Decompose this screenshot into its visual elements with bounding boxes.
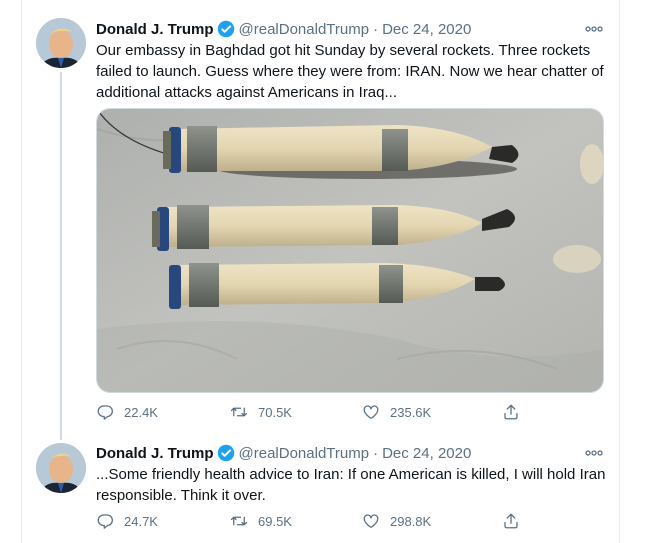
like-count: 298.8K <box>390 513 432 529</box>
like-button[interactable]: 298.8K <box>362 512 431 530</box>
tweet-image[interactable] <box>96 108 604 393</box>
avatar[interactable] <box>36 18 86 68</box>
retweet-button[interactable]: 69.5K <box>230 512 292 530</box>
avatar[interactable] <box>36 443 86 493</box>
like-button[interactable]: 235.6K <box>362 403 431 421</box>
like-count: 235.6K <box>390 404 432 420</box>
reply-icon <box>97 514 113 529</box>
tweet-header: Donald J. Trump @realDonaldTrump · Dec 2… <box>96 443 471 463</box>
author-handle[interactable]: @realDonaldTrump <box>239 445 370 462</box>
reply-button[interactable]: 24.7K <box>96 512 158 530</box>
more-options-icon[interactable] <box>583 22 605 36</box>
retweet-icon <box>230 516 248 526</box>
retweet-count: 70.5K <box>258 404 292 420</box>
verified-badge-icon <box>217 20 235 38</box>
tweet-header: Donald J. Trump @realDonaldTrump · Dec 2… <box>96 19 471 39</box>
separator-dot: · <box>373 444 379 462</box>
share-button[interactable] <box>502 512 520 530</box>
tweet-actions: 24.7K 69.5K 298.8K <box>96 512 536 532</box>
share-icon <box>504 513 518 529</box>
heart-icon <box>363 405 379 420</box>
author-name[interactable]: Donald J. Trump <box>96 21 214 38</box>
share-button[interactable] <box>502 403 520 421</box>
tweet-2[interactable]: Donald J. Trump @realDonaldTrump · Dec 2… <box>0 440 650 543</box>
share-icon <box>504 404 518 420</box>
heart-icon <box>363 514 379 529</box>
author-handle[interactable]: @realDonaldTrump <box>239 21 370 38</box>
tweet-date[interactable]: Dec 24, 2020 <box>382 21 471 38</box>
separator-dot: · <box>373 20 379 38</box>
retweet-count: 69.5K <box>258 513 292 529</box>
more-options-icon[interactable] <box>583 446 605 460</box>
retweet-button[interactable]: 70.5K <box>230 403 292 421</box>
reply-count: 24.7K <box>124 513 158 529</box>
tweet-text: ...Some friendly health advice to Iran: … <box>96 466 606 504</box>
verified-badge-icon <box>217 444 235 462</box>
retweet-icon <box>230 407 248 417</box>
reply-count: 22.4K <box>124 404 158 420</box>
reply-icon <box>97 405 113 420</box>
thread-connector-line <box>60 72 62 440</box>
author-name[interactable]: Donald J. Trump <box>96 445 214 462</box>
reply-button[interactable]: 22.4K <box>96 403 158 421</box>
tweet-1[interactable]: Donald J. Trump @realDonaldTrump · Dec 2… <box>0 0 650 440</box>
tweet-date[interactable]: Dec 24, 2020 <box>382 445 471 462</box>
tweet-actions: 22.4K 70.5K 235.6K <box>96 403 536 423</box>
tweet-text: Our embassy in Baghdad got hit Sunday by… <box>96 42 604 101</box>
